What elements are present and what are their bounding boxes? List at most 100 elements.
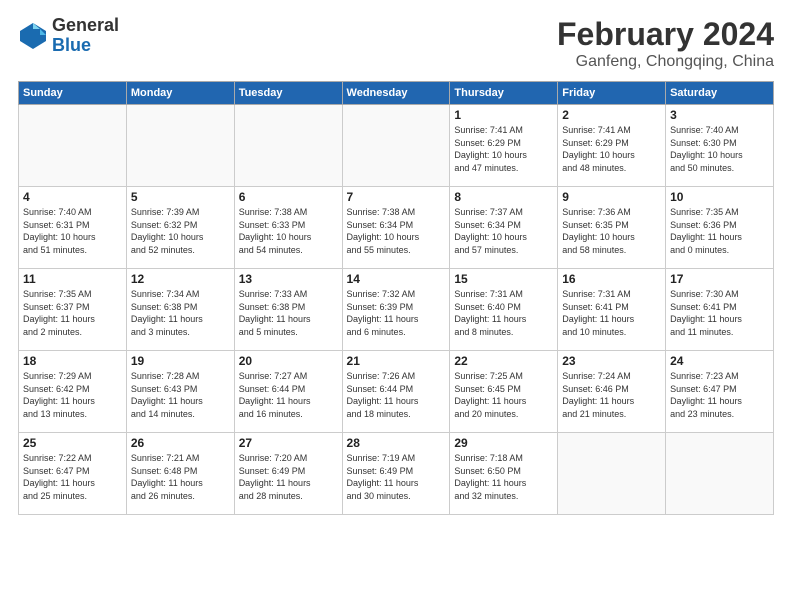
day-info: Sunrise: 7:20 AM Sunset: 6:49 PM Dayligh…	[239, 452, 338, 502]
calendar-cell: 22Sunrise: 7:25 AM Sunset: 6:45 PM Dayli…	[450, 351, 558, 433]
calendar-cell: 7 Sunrise: 7:38 AM Sunset: 6:34 PM Daylig…	[342, 187, 450, 269]
calendar-table: SundayMondayTuesdayWednesdayThursdayFrid…	[18, 81, 774, 515]
day-number: 3	[670, 108, 769, 122]
day-info: Sunrise: 7:30 AM Sunset: 6:41 PM Dayligh…	[670, 288, 769, 338]
day-number: 27	[239, 436, 338, 450]
day-info: Sunrise: 7:31 AM Sunset: 6:40 PM Dayligh…	[454, 288, 553, 338]
calendar-cell: 28 Sunrise: 7:19 AM Sunset: 6:49 PM Dayli…	[342, 433, 450, 515]
day-info: Sunrise: 7:32 AM Sunset: 6:39 PM Dayligh…	[347, 288, 446, 338]
calendar-cell	[126, 105, 234, 187]
day-info: Sunrise: 7:38 AM Sunset: 6:34 PM Dayligh…	[347, 206, 446, 256]
calendar-cell: 4 Sunrise: 7:40 AM Sunset: 6:31 PM Daylig…	[19, 187, 127, 269]
day-number: 28	[347, 436, 446, 450]
calendar-header-tuesday: Tuesday	[234, 82, 342, 105]
day-number: 20	[239, 354, 338, 368]
day-info: Sunrise: 7:21 AM Sunset: 6:48 PM Dayligh…	[131, 452, 230, 502]
day-info: Sunrise: 7:36 AM Sunset: 6:35 PM Dayligh…	[562, 206, 661, 256]
day-info: Sunrise: 7:41 AM Sunset: 6:29 PM Dayligh…	[562, 124, 661, 174]
day-number: 17	[670, 272, 769, 286]
calendar-cell: 10 Sunrise: 7:35 AM Sunset: 6:36 PM Dayli…	[666, 187, 774, 269]
logo-general: General	[52, 16, 119, 36]
day-number: 12	[131, 272, 230, 286]
calendar-cell: 26 Sunrise: 7:21 AM Sunset: 6:48 PM Dayli…	[126, 433, 234, 515]
day-info: Sunrise: 7:34 AM Sunset: 6:38 PM Dayligh…	[131, 288, 230, 338]
calendar-header-sunday: Sunday	[19, 82, 127, 105]
calendar-cell: 24 Sunrise: 7:23 AM Sunset: 6:47 PM Dayli…	[666, 351, 774, 433]
day-info: Sunrise: 7:19 AM Sunset: 6:49 PM Dayligh…	[347, 452, 446, 502]
day-number: 6	[239, 190, 338, 204]
day-info: Sunrise: 7:27 AM Sunset: 6:44 PM Dayligh…	[239, 370, 338, 420]
calendar-cell: 5Sunrise: 7:39 AM Sunset: 6:32 PM Daylig…	[126, 187, 234, 269]
calendar-cell	[342, 105, 450, 187]
calendar-cell: 3 Sunrise: 7:40 AM Sunset: 6:30 PM Daylig…	[666, 105, 774, 187]
logo-text: General Blue	[52, 16, 119, 56]
day-number: 11	[23, 272, 122, 286]
day-info: Sunrise: 7:29 AM Sunset: 6:42 PM Dayligh…	[23, 370, 122, 420]
day-info: Sunrise: 7:35 AM Sunset: 6:37 PM Dayligh…	[23, 288, 122, 338]
day-info: Sunrise: 7:33 AM Sunset: 6:38 PM Dayligh…	[239, 288, 338, 338]
day-number: 8	[454, 190, 553, 204]
calendar-cell: 9 Sunrise: 7:36 AM Sunset: 6:35 PM Daylig…	[558, 187, 666, 269]
calendar-cell: 12 Sunrise: 7:34 AM Sunset: 6:38 PM Dayli…	[126, 269, 234, 351]
day-number: 13	[239, 272, 338, 286]
day-number: 1	[454, 108, 553, 122]
day-info: Sunrise: 7:37 AM Sunset: 6:34 PM Dayligh…	[454, 206, 553, 256]
calendar-cell: 17 Sunrise: 7:30 AM Sunset: 6:41 PM Dayli…	[666, 269, 774, 351]
title-block: February 2024 Ganfeng, Chongqing, China	[557, 16, 774, 71]
day-number: 24	[670, 354, 769, 368]
day-number: 7	[347, 190, 446, 204]
day-number: 14	[347, 272, 446, 286]
calendar-header-friday: Friday	[558, 82, 666, 105]
day-info: Sunrise: 7:31 AM Sunset: 6:41 PM Dayligh…	[562, 288, 661, 338]
day-number: 9	[562, 190, 661, 204]
calendar-cell: 23 Sunrise: 7:24 AM Sunset: 6:46 PM Dayli…	[558, 351, 666, 433]
day-number: 29	[454, 436, 553, 450]
day-info: Sunrise: 7:40 AM Sunset: 6:30 PM Dayligh…	[670, 124, 769, 174]
day-number: 4	[23, 190, 122, 204]
day-info: Sunrise: 7:23 AM Sunset: 6:47 PM Dayligh…	[670, 370, 769, 420]
day-number: 16	[562, 272, 661, 286]
calendar-cell: 15 Sunrise: 7:31 AM Sunset: 6:40 PM Dayli…	[450, 269, 558, 351]
calendar-cell: 2 Sunrise: 7:41 AM Sunset: 6:29 PM Daylig…	[558, 105, 666, 187]
day-number: 21	[347, 354, 446, 368]
day-info: Sunrise: 7:40 AM Sunset: 6:31 PM Dayligh…	[23, 206, 122, 256]
calendar-header-wednesday: Wednesday	[342, 82, 450, 105]
calendar-row-0: 1 Sunrise: 7:41 AM Sunset: 6:29 PM Daylig…	[19, 105, 774, 187]
calendar-cell: 6 Sunrise: 7:38 AM Sunset: 6:33 PM Daylig…	[234, 187, 342, 269]
day-info: Sunrise: 7:22 AM Sunset: 6:47 PM Dayligh…	[23, 452, 122, 502]
calendar-cell: 16 Sunrise: 7:31 AM Sunset: 6:41 PM Dayli…	[558, 269, 666, 351]
day-number: 26	[131, 436, 230, 450]
calendar-cell: 20 Sunrise: 7:27 AM Sunset: 6:44 PM Dayli…	[234, 351, 342, 433]
calendar-cell: 21 Sunrise: 7:26 AM Sunset: 6:44 PM Dayli…	[342, 351, 450, 433]
calendar-cell	[19, 105, 127, 187]
day-info: Sunrise: 7:26 AM Sunset: 6:44 PM Dayligh…	[347, 370, 446, 420]
calendar-cell: 13 Sunrise: 7:33 AM Sunset: 6:38 PM Dayli…	[234, 269, 342, 351]
calendar-row-2: 11 Sunrise: 7:35 AM Sunset: 6:37 PM Dayli…	[19, 269, 774, 351]
calendar-body: 1 Sunrise: 7:41 AM Sunset: 6:29 PM Daylig…	[19, 105, 774, 515]
calendar-cell	[666, 433, 774, 515]
calendar-cell: 18Sunrise: 7:29 AM Sunset: 6:42 PM Dayli…	[19, 351, 127, 433]
calendar-cell	[234, 105, 342, 187]
calendar-header-row: SundayMondayTuesdayWednesdayThursdayFrid…	[19, 82, 774, 105]
calendar-cell: 29 Sunrise: 7:18 AM Sunset: 6:50 PM Dayli…	[450, 433, 558, 515]
calendar-cell: 19Sunrise: 7:28 AM Sunset: 6:43 PM Dayli…	[126, 351, 234, 433]
day-number: 15	[454, 272, 553, 286]
header: General Blue February 2024 Ganfeng, Chon…	[18, 16, 774, 71]
calendar-cell: 14 Sunrise: 7:32 AM Sunset: 6:39 PM Dayli…	[342, 269, 450, 351]
day-number: 23	[562, 354, 661, 368]
day-info: Sunrise: 7:28 AM Sunset: 6:43 PM Dayligh…	[131, 370, 230, 420]
day-number: 10	[670, 190, 769, 204]
calendar-header-monday: Monday	[126, 82, 234, 105]
logo-icon	[18, 21, 48, 51]
day-info: Sunrise: 7:25 AM Sunset: 6:45 PM Dayligh…	[454, 370, 553, 420]
day-info: Sunrise: 7:38 AM Sunset: 6:33 PM Dayligh…	[239, 206, 338, 256]
day-info: Sunrise: 7:35 AM Sunset: 6:36 PM Dayligh…	[670, 206, 769, 256]
day-info: Sunrise: 7:18 AM Sunset: 6:50 PM Dayligh…	[454, 452, 553, 502]
day-info: Sunrise: 7:24 AM Sunset: 6:46 PM Dayligh…	[562, 370, 661, 420]
calendar-header-thursday: Thursday	[450, 82, 558, 105]
day-number: 5	[131, 190, 230, 204]
day-number: 2	[562, 108, 661, 122]
calendar-cell: 1Sunrise: 7:41 AM Sunset: 6:29 PM Daylig…	[450, 105, 558, 187]
page: General Blue February 2024 Ganfeng, Chon…	[0, 0, 792, 612]
calendar-row-4: 25Sunrise: 7:22 AM Sunset: 6:47 PM Dayli…	[19, 433, 774, 515]
